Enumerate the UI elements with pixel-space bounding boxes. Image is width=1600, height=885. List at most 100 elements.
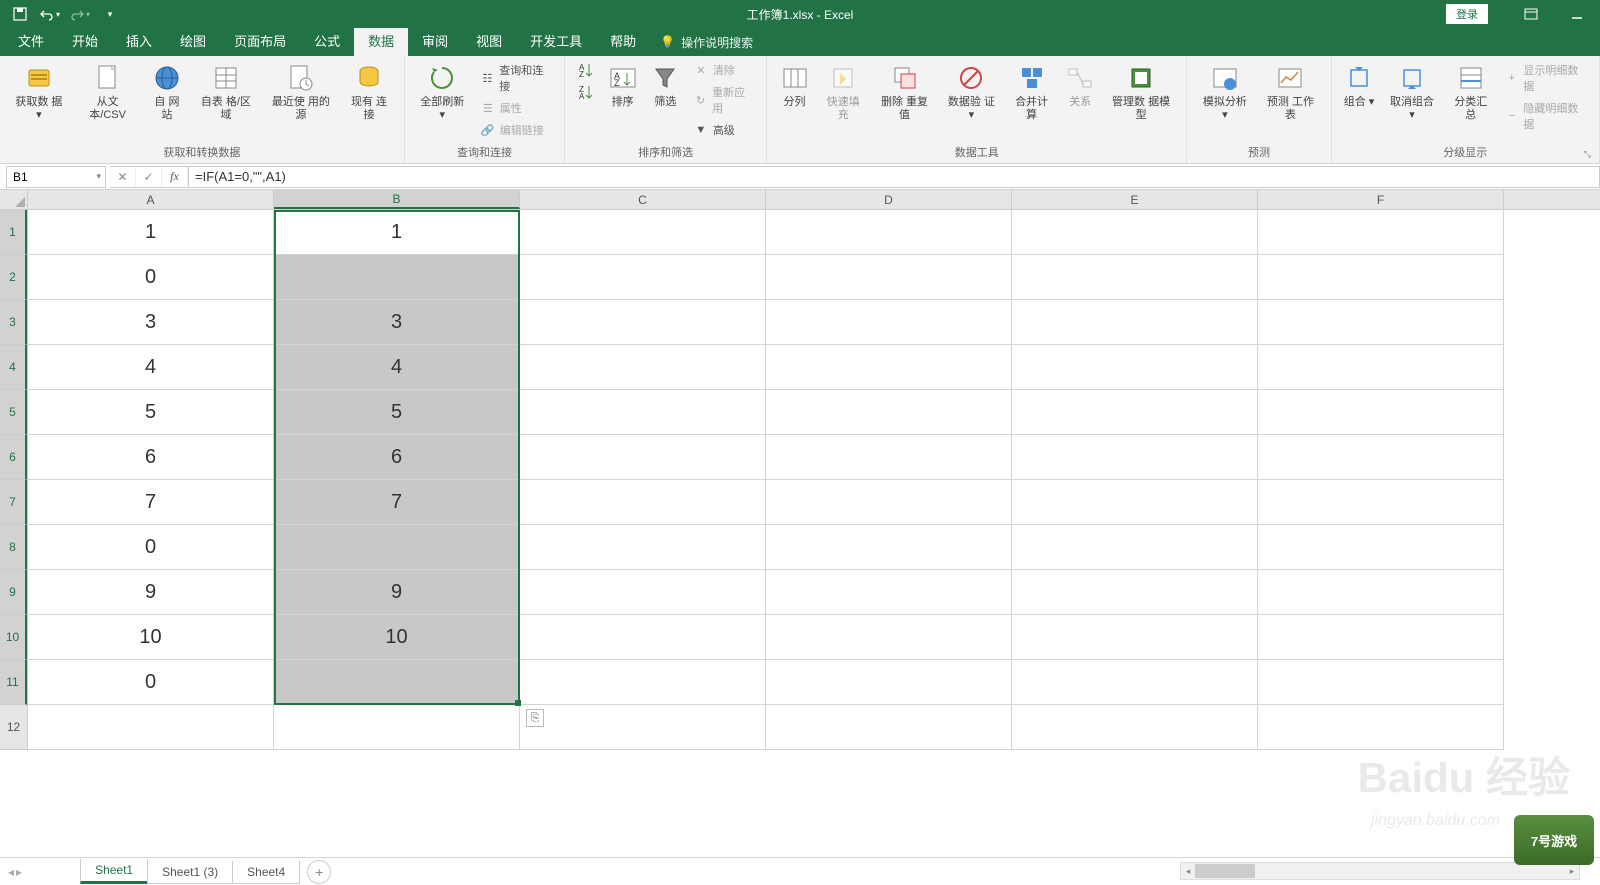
cell-C3[interactable] [520,300,766,345]
cell-A12[interactable] [28,705,274,750]
refresh-all-button[interactable]: 全部刷新 ▾ [413,60,472,124]
cell-D8[interactable] [766,525,1012,570]
clear-filter-button[interactable]: ✕清除 [689,60,758,80]
cell-C12[interactable] [520,705,766,750]
cell-A11[interactable]: 0 [28,660,274,705]
cell-C7[interactable] [520,480,766,525]
existing-connections-button[interactable]: 现有 连接 [342,60,396,124]
tab-公式[interactable]: 公式 [300,28,354,56]
cancel-icon[interactable]: ✕ [110,167,136,187]
cell-E6[interactable] [1012,435,1258,480]
row-header-12[interactable]: 12 [0,705,27,750]
tab-开发工具[interactable]: 开发工具 [516,28,596,56]
cell-C10[interactable] [520,615,766,660]
cell-C4[interactable] [520,345,766,390]
cell-D9[interactable] [766,570,1012,615]
cell-B9[interactable]: 9 [274,570,520,615]
cell-E4[interactable] [1012,345,1258,390]
cell-E7[interactable] [1012,480,1258,525]
forecast-sheet-button[interactable]: 预测 工作表 [1258,60,1322,124]
fx-icon[interactable]: fx [162,167,188,187]
relationships-button[interactable]: 关系 [1061,60,1100,111]
subtotal-button[interactable]: 分类汇总 [1445,60,1496,124]
cell-C11[interactable] [520,660,766,705]
cell-E3[interactable] [1012,300,1258,345]
cell-E2[interactable] [1012,255,1258,300]
cell-F8[interactable] [1258,525,1504,570]
tab-页面布局[interactable]: 页面布局 [220,28,300,56]
enter-icon[interactable]: ✓ [136,167,162,187]
cell-E12[interactable] [1012,705,1258,750]
cell-D11[interactable] [766,660,1012,705]
cell-F12[interactable] [1258,705,1504,750]
sheet-nav[interactable]: ◂ ▸ [0,865,30,879]
cell-F7[interactable] [1258,480,1504,525]
cell-F5[interactable] [1258,390,1504,435]
cell-F4[interactable] [1258,345,1504,390]
cell-A3[interactable]: 3 [28,300,274,345]
row-header-6[interactable]: 6 [0,435,27,480]
cell-E8[interactable] [1012,525,1258,570]
undo-icon[interactable]: ▾ [36,2,64,26]
tab-插入[interactable]: 插入 [112,28,166,56]
scrollbar-thumb[interactable] [1195,864,1255,878]
cell-C8[interactable] [520,525,766,570]
cell-A9[interactable]: 9 [28,570,274,615]
consolidate-button[interactable]: 合并计算 [1006,60,1057,124]
tell-me-search[interactable]: 💡 操作说明搜索 [660,34,753,51]
advanced-filter-button[interactable]: ▼高级 [689,120,758,140]
nav-prev-icon[interactable]: ◂ [8,865,14,879]
from-web-button[interactable]: 自 网站 [145,60,188,124]
cell-B1[interactable]: 1 [274,210,520,255]
from-text-csv-button[interactable]: 从文 本/CSV [74,60,142,124]
sheet-tab-Sheet4[interactable]: Sheet4 [232,861,300,884]
cell-D5[interactable] [766,390,1012,435]
cell-A2[interactable]: 0 [28,255,274,300]
cell-C6[interactable] [520,435,766,480]
name-box[interactable]: B1 [6,166,106,188]
cell-C9[interactable] [520,570,766,615]
row-header-9[interactable]: 9 [0,570,27,615]
cell-B12[interactable] [274,705,520,750]
cell-A8[interactable]: 0 [28,525,274,570]
group-button[interactable]: 组合 ▾ [1340,60,1379,111]
autofill-options-icon[interactable]: ⎘ [526,709,544,727]
cell-E10[interactable] [1012,615,1258,660]
cell-B3[interactable]: 3 [274,300,520,345]
manage-data-model-button[interactable]: 管理数 据模型 [1104,60,1179,124]
filter-button[interactable]: 筛选 [646,60,685,111]
row-header-7[interactable]: 7 [0,480,27,525]
ungroup-button[interactable]: 取消组合 ▾ [1383,60,1442,124]
cell-F10[interactable] [1258,615,1504,660]
remove-duplicates-button[interactable]: 删除 重复值 [872,60,936,124]
tab-审阅[interactable]: 审阅 [408,28,462,56]
edit-links-button[interactable]: 🔗编辑链接 [476,120,557,140]
cell-D6[interactable] [766,435,1012,480]
cell-F1[interactable] [1258,210,1504,255]
show-detail-button[interactable]: +显示明细数据 [1500,60,1591,96]
cell-B11[interactable] [274,660,520,705]
column-header-E[interactable]: E [1012,190,1258,209]
cell-D3[interactable] [766,300,1012,345]
ribbon-display-icon[interactable] [1508,0,1554,28]
cell-E11[interactable] [1012,660,1258,705]
get-data-button[interactable]: 获取数 据 ▾ [8,60,70,124]
scroll-right-icon[interactable]: ▸ [1565,863,1579,879]
cell-D10[interactable] [766,615,1012,660]
text-to-columns-button[interactable]: 分列 [775,60,814,111]
sort-button[interactable]: AZ排序 [603,60,642,111]
cell-F2[interactable] [1258,255,1504,300]
redo-icon[interactable]: ▾ [66,2,94,26]
cell-F6[interactable] [1258,435,1504,480]
cell-B2[interactable] [274,255,520,300]
column-header-D[interactable]: D [766,190,1012,209]
cell-E1[interactable] [1012,210,1258,255]
tab-帮助[interactable]: 帮助 [596,28,650,56]
select-all-corner[interactable] [0,190,28,210]
scroll-left-icon[interactable]: ◂ [1181,863,1195,879]
cell-A6[interactable]: 6 [28,435,274,480]
column-header-A[interactable]: A [28,190,274,209]
from-table-button[interactable]: 自表 格/区域 [192,60,259,124]
row-header-11[interactable]: 11 [0,660,27,705]
cell-B4[interactable]: 4 [274,345,520,390]
